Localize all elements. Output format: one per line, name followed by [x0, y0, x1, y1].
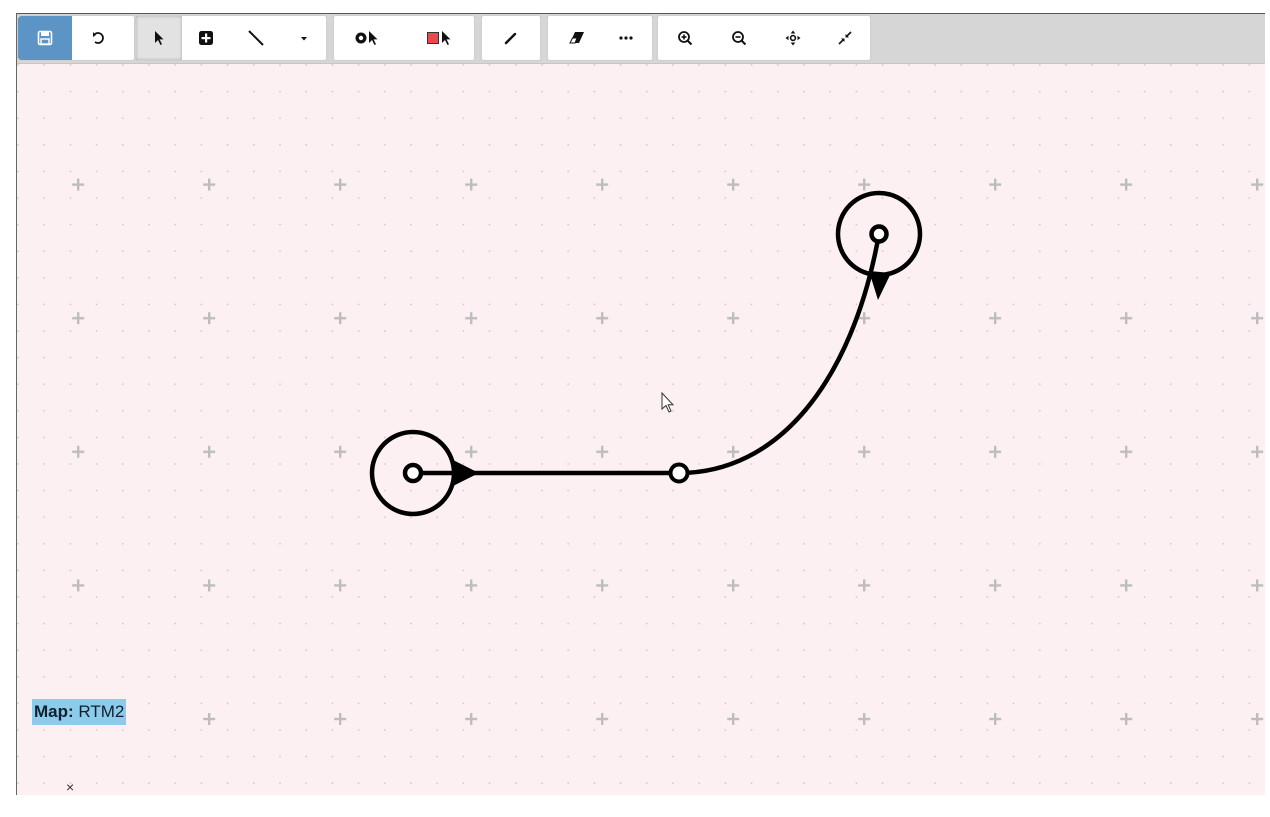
undo-button[interactable] [72, 16, 126, 60]
collapse-icon [838, 31, 852, 45]
waypoint-node[interactable] [668, 462, 690, 484]
pencil-icon [504, 32, 517, 45]
pointer-icon [155, 31, 164, 45]
ellipsis-icon [619, 36, 633, 40]
map-name-label: Map: RTM2 [32, 699, 127, 725]
area-select-button[interactable] [414, 16, 468, 60]
select-tool-button[interactable] [136, 16, 182, 60]
line-icon [248, 30, 264, 46]
fit-view-button[interactable] [766, 16, 820, 60]
eraser-icon [569, 32, 584, 44]
toolbar-group-erase [547, 15, 653, 61]
zoom-out-icon [732, 31, 747, 46]
zoom-in-button[interactable] [658, 16, 712, 60]
add-node-button[interactable] [182, 16, 230, 60]
grid-crosses [17, 64, 1265, 795]
point-select-icon [355, 31, 378, 45]
eraser-button[interactable] [550, 16, 604, 60]
map-editor: Map: RTM2 [16, 13, 1265, 795]
more-button[interactable] [602, 16, 650, 60]
toolbar-group-edit [481, 15, 541, 61]
collapse-button[interactable] [818, 16, 872, 60]
zoom-out-button[interactable] [712, 16, 766, 60]
undo-icon [93, 32, 104, 44]
toolbar-group-view [657, 15, 871, 61]
zoom-in-icon [678, 31, 693, 46]
pencil-button[interactable] [484, 16, 538, 60]
point-select-button[interactable] [342, 16, 396, 60]
map-canvas[interactable] [17, 64, 1265, 795]
toolbar [17, 14, 1265, 64]
fit-view-icon [785, 30, 801, 46]
save-icon [37, 30, 53, 46]
map-label-name: RTM2 [78, 702, 125, 721]
window-caption [4, 0, 1264, 7]
map-label-prefix: Map: [34, 702, 74, 721]
save-button[interactable] [18, 16, 72, 60]
toolbar-group-selection [333, 15, 475, 61]
line-dropdown-button[interactable] [282, 16, 326, 60]
toolbar-group-file [17, 15, 135, 61]
close-icon[interactable]: × [66, 780, 74, 794]
plus-square-icon [199, 31, 213, 45]
toolbar-group-tools [135, 15, 327, 61]
caret-down-icon [301, 37, 307, 41]
area-select-icon [427, 31, 451, 45]
line-tool-button[interactable] [230, 16, 282, 60]
